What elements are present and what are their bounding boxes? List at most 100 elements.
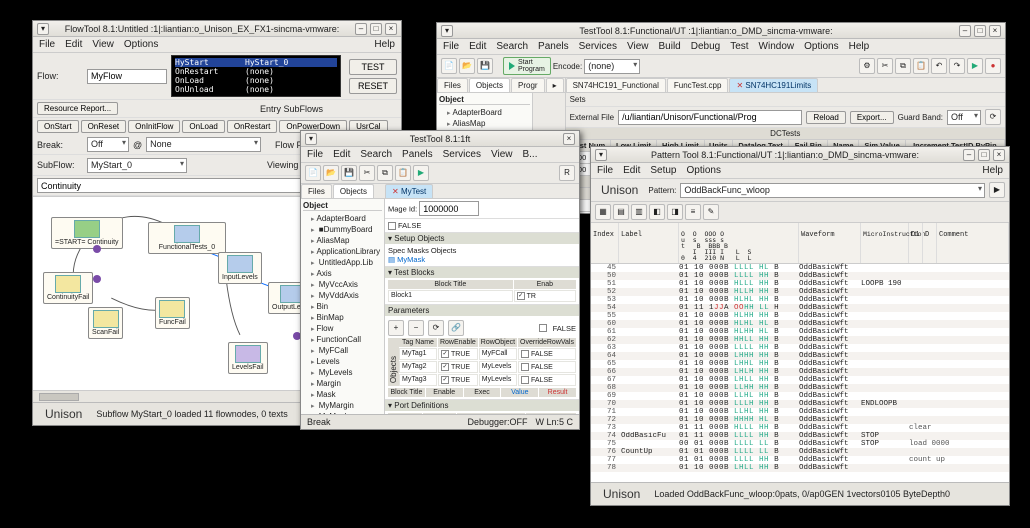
node-inputlevels[interactable]: InputLevels <box>218 252 262 284</box>
reload-button[interactable]: Reload <box>806 111 845 124</box>
window-menu-icon[interactable]: ▾ <box>305 133 317 145</box>
window-menu-icon[interactable]: ▾ <box>37 23 49 35</box>
break-select[interactable]: Off <box>87 137 129 152</box>
pattern-row[interactable]: 6101 10 000B HLHH HL BOddBasicWft <box>591 328 1009 336</box>
tab-files[interactable]: Files <box>301 184 332 198</box>
menu-options[interactable]: Options <box>804 41 838 52</box>
cell[interactable]: MyTag3 <box>399 374 437 386</box>
subflow-select[interactable]: MyStart_0 <box>87 158 187 173</box>
tree-item[interactable]: AliasMap <box>311 235 382 246</box>
pattool-titlebar[interactable]: ▾ Pattern Tool 8.1:Functional/UT :1|:lia… <box>591 147 1009 163</box>
col-override[interactable]: OverrideRowVals <box>518 338 576 347</box>
col-label[interactable]: Label <box>619 223 679 263</box>
onstart-button[interactable]: OnStart <box>37 120 79 133</box>
menu-build[interactable]: Build <box>658 41 680 52</box>
pattern-row[interactable]: 7101 10 000B LLHL HH BOddBasicWft <box>591 408 1009 416</box>
close-icon[interactable]: × <box>993 149 1005 161</box>
menu-test[interactable]: Test <box>730 41 748 52</box>
pattern-row[interactable]: 6001 10 000B HLHL HL BOddBasicWft <box>591 320 1009 328</box>
col-enab[interactable]: Enab <box>514 280 576 289</box>
doc-tab-limits[interactable]: ✕ SN74HC191Limits <box>729 78 818 92</box>
cell[interactable]: MyTag2 <box>399 361 437 373</box>
checkbox[interactable]: ✓ <box>441 350 449 358</box>
checkbox[interactable] <box>388 222 396 230</box>
close-tab-icon[interactable]: ✕ <box>736 81 743 90</box>
menu-file[interactable]: File <box>307 149 323 160</box>
col-blocktitle[interactable]: Block Title <box>388 280 513 289</box>
port-definitions-header[interactable]: ▾ Port Definitions <box>385 400 579 411</box>
setup-objects-header[interactable]: ▾ Setup Objects <box>385 233 579 244</box>
menu-edit[interactable]: Edit <box>469 41 486 52</box>
testtool2-titlebar[interactable]: ▾ TestTool 8.1:Functional/UT :1|:liantia… <box>437 23 1005 39</box>
node-scanfail[interactable]: ScanFail <box>88 307 123 339</box>
menu-setup[interactable]: Setup <box>650 165 676 176</box>
cut-icon[interactable]: ✂ <box>877 58 893 74</box>
menu-panels[interactable]: Panels <box>538 41 569 52</box>
cell[interactable]: MyLevels <box>479 374 517 386</box>
close-icon[interactable]: × <box>385 23 397 35</box>
pattern-row[interactable]: 6801 10 000B LLHH HH BOddBasicWft <box>591 384 1009 392</box>
copy-icon[interactable]: ⧉ <box>895 58 911 74</box>
tree-item[interactable]: MyMargin <box>311 400 382 411</box>
tree-item[interactable]: MyVddAxis <box>311 290 382 301</box>
connector-dot[interactable] <box>93 275 101 283</box>
menu-view[interactable]: View <box>491 149 513 160</box>
checkbox[interactable] <box>539 324 547 332</box>
tree-item[interactable]: AdapterBoard <box>311 213 382 224</box>
open-icon[interactable]: 📂 <box>459 58 475 74</box>
cut-icon[interactable]: ✂ <box>359 165 375 181</box>
tool-icon[interactable]: ◨ <box>667 204 683 220</box>
pattern-row[interactable]: 6501 10 000B LHHL HH BOddBasicWft <box>591 360 1009 368</box>
doc-tab-functest[interactable]: FuncTest.cpp <box>667 78 729 92</box>
pattern-row[interactable]: 74OddBasicFu01 11 000B LLLL HH BOddBasic… <box>591 432 1009 440</box>
pattern-row[interactable]: 7201 10 000B HHHH HL BOddBasicWft <box>591 416 1009 424</box>
copy-icon[interactable]: ⧉ <box>377 165 393 181</box>
tool-icon[interactable]: ≡ <box>685 204 701 220</box>
pattern-row[interactable]: 6301 10 000B LLLL HH BOddBasicWft <box>591 344 1009 352</box>
checkbox[interactable]: ✓ <box>517 292 525 300</box>
tab-files[interactable]: Files <box>437 78 468 92</box>
tool-icon[interactable]: ◧ <box>649 204 665 220</box>
paste-icon[interactable]: 📋 <box>395 165 411 181</box>
menu-options[interactable]: Options <box>124 39 158 50</box>
tree-item[interactable]: ■DummyBoard <box>311 224 382 235</box>
pattern-row[interactable]: 4501 10 000B LLLL HL BOddBasicWft <box>591 264 1009 272</box>
reset-button[interactable]: RESET <box>349 78 397 94</box>
maximize-icon[interactable]: □ <box>974 25 986 37</box>
minimize-icon[interactable]: – <box>963 149 975 161</box>
close-tab-icon[interactable]: ✕ <box>392 187 399 196</box>
col-waveform[interactable]: Waveform <box>799 223 861 263</box>
checkbox[interactable]: ✓ <box>441 376 449 384</box>
menu-file[interactable]: File <box>39 39 55 50</box>
tree-item[interactable]: UntitledApp.Lib <box>311 257 382 268</box>
menu-build[interactable]: B... <box>522 149 537 160</box>
cell[interactable]: MyTag1 <box>399 348 437 360</box>
menu-services[interactable]: Services <box>579 41 617 52</box>
maximize-icon[interactable]: □ <box>978 149 990 161</box>
run-icon[interactable]: ▶ <box>967 58 983 74</box>
pattern-row[interactable]: 7801 10 000B LHLL HH BOddBasicWft <box>591 464 1009 472</box>
pattern-row[interactable]: 5501 10 000B HLHH HH BOddBasicWft <box>591 312 1009 320</box>
tree-item[interactable]: AliasMap <box>447 118 530 129</box>
onload-button[interactable]: OnLoad <box>182 120 224 133</box>
menu-panels[interactable]: Panels <box>402 149 433 160</box>
pattern-row[interactable]: 6601 10 000B LHLH HH BOddBasicWft <box>591 368 1009 376</box>
checkbox[interactable] <box>521 363 529 371</box>
tab-objects[interactable]: Objects <box>333 184 374 198</box>
menu-edit[interactable]: Edit <box>333 149 350 160</box>
cell[interactable]: Block1 <box>388 290 513 302</box>
menu-services[interactable]: Services <box>443 149 481 160</box>
tree-item[interactable]: MyVccAxis <box>311 279 382 290</box>
tool-icon[interactable]: ✎ <box>703 204 719 220</box>
pattern-row[interactable]: 6701 10 000B LHLL HH BOddBasicWft <box>591 376 1009 384</box>
new-icon[interactable]: 📄 <box>441 58 457 74</box>
tree-item[interactable]: FunctionCall <box>311 334 382 345</box>
col-d1[interactable]: D1 <box>909 223 923 263</box>
record-icon[interactable]: ● <box>985 58 1001 74</box>
onreset-button[interactable]: OnReset <box>81 120 127 133</box>
checkbox[interactable] <box>521 350 529 358</box>
pattern-row[interactable]: 7001 10 000B LLLH HH BOddBasicWftENDLOOP… <box>591 400 1009 408</box>
col-microinstruction[interactable]: MicroInstruction <box>861 223 909 263</box>
minimize-icon[interactable]: – <box>355 23 367 35</box>
menu-file[interactable]: File <box>443 41 459 52</box>
